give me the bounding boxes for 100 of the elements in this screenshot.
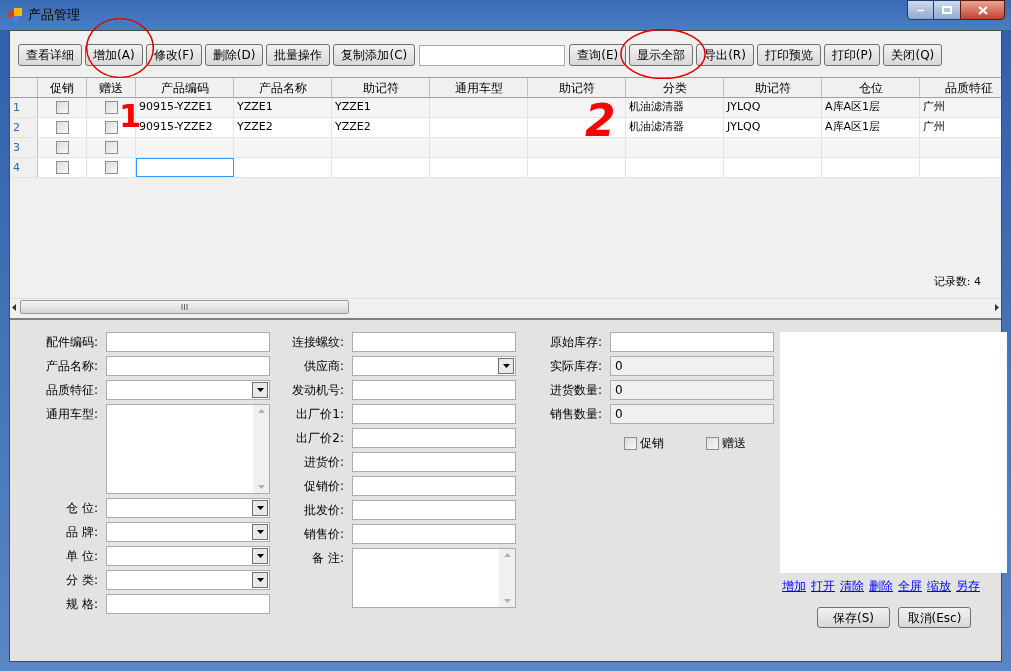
memo-field[interactable] (106, 404, 270, 494)
maximize-icon (942, 6, 952, 14)
text-field[interactable] (352, 476, 516, 496)
image-link[interactable]: 删除 (869, 577, 893, 595)
column-header[interactable]: 助记符 (724, 78, 822, 97)
text-field[interactable]: 0 (610, 380, 774, 400)
dropdown-field[interactable] (352, 356, 516, 376)
annotation-mark: 2 (585, 99, 616, 143)
text-field[interactable] (352, 428, 516, 448)
field-label: 单 位: (65, 548, 98, 565)
checkbox[interactable] (104, 161, 118, 174)
checkbox[interactable] (55, 121, 69, 134)
checkbox[interactable] (706, 436, 719, 450)
text-field[interactable] (352, 452, 516, 472)
text-field[interactable] (610, 332, 774, 352)
scroll-thumb[interactable] (20, 300, 349, 314)
cell-editor[interactable] (136, 158, 234, 177)
form-button[interactable]: 保存(S) (817, 607, 890, 628)
column-header[interactable]: 促销 (38, 78, 87, 97)
field-label: 出厂价2: (295, 430, 344, 447)
column-header[interactable]: 助记符 (528, 78, 626, 97)
toolbar-button[interactable]: 打印(P) (823, 44, 881, 66)
toolbar-button[interactable]: 查看详细 (18, 44, 82, 66)
scrollbar[interactable] (253, 405, 269, 493)
horizontal-scrollbar[interactable] (10, 298, 1001, 315)
table-cell: 广州 (920, 118, 1001, 137)
image-link[interactable]: 清除 (840, 577, 864, 595)
search-field[interactable] (419, 44, 566, 66)
text-field[interactable] (352, 524, 516, 544)
image-link[interactable]: 打开 (811, 577, 835, 595)
checkbox[interactable] (624, 436, 637, 450)
window-title: 产品管理 (28, 6, 80, 25)
field-label: 促销价: (302, 478, 344, 495)
column-header[interactable]: 品质特征 (920, 78, 1001, 97)
app-icon (8, 8, 22, 22)
image-link[interactable]: 增加 (782, 577, 806, 595)
column-header[interactable]: 助记符 (332, 78, 430, 97)
dropdown-field[interactable] (106, 522, 270, 542)
scrollbar[interactable] (499, 549, 515, 607)
dropdown-field[interactable] (106, 546, 270, 566)
image-link[interactable]: 另存 (956, 577, 980, 595)
checkbox[interactable] (55, 141, 69, 154)
text-field[interactable] (106, 594, 270, 614)
field-label: 备 注: (311, 550, 344, 567)
toolbar-button[interactable]: 导出(R) (696, 44, 754, 66)
column-header[interactable]: 赠送 (87, 78, 136, 97)
toolbar-button[interactable]: 显示全部 (629, 44, 694, 66)
toolbar-button[interactable]: 增加(A) (85, 44, 143, 66)
column-header[interactable]: 产品编码 (136, 78, 234, 97)
field-label: 品 牌: (65, 524, 98, 541)
form-button[interactable]: 取消(Esc) (898, 607, 971, 628)
dropdown-field[interactable] (106, 380, 270, 400)
text-field[interactable]: 0 (610, 404, 774, 424)
text-field[interactable] (106, 332, 270, 352)
maximize-button[interactable] (934, 0, 960, 20)
column-header[interactable]: 分类 (626, 78, 724, 97)
memo-field[interactable] (352, 548, 516, 608)
dropdown-field[interactable] (106, 498, 270, 518)
scroll-up-icon (503, 553, 511, 557)
checkbox[interactable] (55, 101, 69, 114)
text-field[interactable] (352, 404, 516, 424)
toolbar-button[interactable]: 修改(F) (145, 44, 202, 66)
close-button[interactable] (960, 0, 1005, 20)
table-cell: YZZE2 (332, 118, 430, 137)
toolbar-button[interactable]: 批量操作 (266, 44, 331, 66)
grip-icon (181, 304, 188, 310)
toolbar-button[interactable]: 查询(E) (569, 44, 627, 66)
column-header[interactable]: 产品名称 (234, 78, 332, 97)
field-label: 规 格: (65, 596, 98, 613)
minimize-button[interactable] (907, 0, 934, 20)
table-cell: JYLQQ (724, 98, 822, 117)
field-label: 分 类: (65, 572, 98, 589)
text-field[interactable] (352, 380, 516, 400)
image-link[interactable]: 全屏 (898, 577, 922, 595)
dropdown-field[interactable] (106, 570, 270, 590)
field-label: 产品名称: (44, 358, 98, 375)
text-field[interactable] (352, 500, 516, 520)
scroll-down-icon (257, 485, 265, 489)
checkbox[interactable] (104, 121, 118, 134)
toolbar-button[interactable]: 删除(D) (204, 44, 264, 66)
checkbox[interactable] (104, 101, 118, 114)
record-count: 记录数: 4 (933, 273, 981, 290)
field-label: 通用车型: (44, 406, 98, 423)
table-cell: YZZE2 (234, 118, 332, 137)
table-cell: 机油滤清器 (626, 118, 724, 137)
checkbox[interactable] (55, 161, 69, 174)
column-header[interactable]: 仓位 (822, 78, 920, 97)
toolbar-button[interactable]: 复制添加(C) (333, 44, 416, 66)
image-link[interactable]: 缩放 (927, 577, 951, 595)
text-field[interactable] (352, 332, 516, 352)
text-field[interactable] (106, 356, 270, 376)
checkbox[interactable] (104, 141, 118, 154)
toolbar-button[interactable]: 关闭(Q) (883, 44, 943, 66)
field-label: 出厂价1: (295, 406, 344, 423)
toolbar-button[interactable]: 打印预览 (756, 44, 821, 66)
text-field[interactable]: 0 (610, 356, 774, 376)
column-header[interactable]: 通用车型 (430, 78, 528, 97)
minimize-icon (916, 8, 925, 12)
field-label: 供应商: (302, 358, 344, 375)
table-cell: YZZE1 (234, 98, 332, 117)
